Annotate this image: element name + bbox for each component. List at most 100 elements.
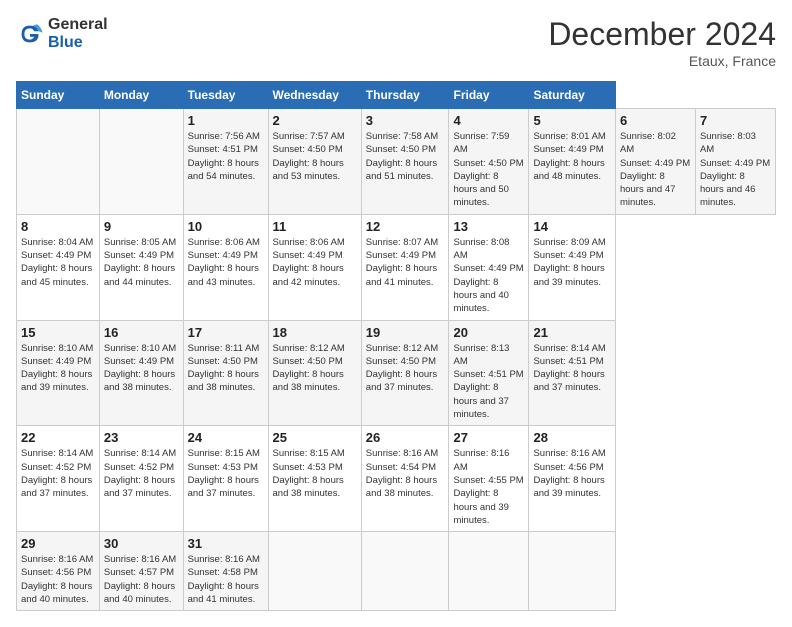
day-info: Sunrise: 8:05 AMSunset: 4:49 PMDaylight:…: [104, 236, 179, 289]
calendar-cell: [268, 532, 361, 611]
month-title: December 2024: [548, 16, 776, 53]
day-number: 12: [366, 219, 445, 234]
day-info: Sunrise: 8:16 AMSunset: 4:55 PMDaylight:…: [453, 447, 524, 527]
day-info: Sunrise: 8:14 AMSunset: 4:51 PMDaylight:…: [533, 342, 610, 395]
day-number: 31: [188, 536, 264, 551]
header-sunday: Sunday: [17, 82, 100, 109]
header-friday: Friday: [449, 82, 529, 109]
day-number: 10: [188, 219, 264, 234]
day-info: Sunrise: 8:01 AMSunset: 4:49 PMDaylight:…: [533, 130, 610, 183]
day-info: Sunrise: 8:08 AMSunset: 4:49 PMDaylight:…: [453, 236, 524, 316]
day-info: Sunrise: 8:15 AMSunset: 4:53 PMDaylight:…: [273, 447, 357, 500]
calendar-cell: [99, 109, 183, 215]
day-number: 22: [21, 430, 95, 445]
day-info: Sunrise: 8:13 AMSunset: 4:51 PMDaylight:…: [453, 342, 524, 422]
day-info: Sunrise: 7:59 AMSunset: 4:50 PMDaylight:…: [453, 130, 524, 210]
day-info: Sunrise: 8:16 AMSunset: 4:58 PMDaylight:…: [188, 553, 264, 606]
day-number: 26: [366, 430, 445, 445]
day-number: 28: [533, 430, 610, 445]
week-row-2: 8 Sunrise: 8:04 AMSunset: 4:49 PMDayligh…: [17, 214, 776, 320]
day-number: 5: [533, 113, 610, 128]
day-info: Sunrise: 7:57 AMSunset: 4:50 PMDaylight:…: [273, 130, 357, 183]
header-thursday: Thursday: [361, 82, 449, 109]
day-number: 23: [104, 430, 179, 445]
calendar-cell: 19 Sunrise: 8:12 AMSunset: 4:50 PMDaylig…: [361, 320, 449, 426]
calendar-cell: [449, 532, 529, 611]
calendar-cell: 27 Sunrise: 8:16 AMSunset: 4:55 PMDaylig…: [449, 426, 529, 532]
day-number: 18: [273, 325, 357, 340]
page-header: General Blue December 2024 Etaux, France: [16, 16, 776, 69]
day-number: 19: [366, 325, 445, 340]
logo: General Blue: [16, 16, 108, 52]
calendar-cell: 15 Sunrise: 8:10 AMSunset: 4:49 PMDaylig…: [17, 320, 100, 426]
calendar-cell: 22 Sunrise: 8:14 AMSunset: 4:52 PMDaylig…: [17, 426, 100, 532]
day-number: 2: [273, 113, 357, 128]
day-number: 6: [620, 113, 691, 128]
day-info: Sunrise: 8:09 AMSunset: 4:49 PMDaylight:…: [533, 236, 610, 289]
day-number: 21: [533, 325, 610, 340]
calendar-cell: 29 Sunrise: 8:16 AMSunset: 4:56 PMDaylig…: [17, 532, 100, 611]
title-block: December 2024 Etaux, France: [548, 16, 776, 69]
header-wednesday: Wednesday: [268, 82, 361, 109]
calendar-cell: 16 Sunrise: 8:10 AMSunset: 4:49 PMDaylig…: [99, 320, 183, 426]
day-info: Sunrise: 8:14 AMSunset: 4:52 PMDaylight:…: [21, 447, 95, 500]
day-info: Sunrise: 8:15 AMSunset: 4:53 PMDaylight:…: [188, 447, 264, 500]
day-number: 30: [104, 536, 179, 551]
calendar-cell: 10 Sunrise: 8:06 AMSunset: 4:49 PMDaylig…: [183, 214, 268, 320]
week-row-4: 22 Sunrise: 8:14 AMSunset: 4:52 PMDaylig…: [17, 426, 776, 532]
calendar-cell: [529, 532, 615, 611]
day-info: Sunrise: 8:12 AMSunset: 4:50 PMDaylight:…: [366, 342, 445, 395]
calendar-cell: 12 Sunrise: 8:07 AMSunset: 4:49 PMDaylig…: [361, 214, 449, 320]
day-number: 20: [453, 325, 524, 340]
location-subtitle: Etaux, France: [548, 53, 776, 69]
logo-icon: [16, 20, 44, 48]
week-row-5: 29 Sunrise: 8:16 AMSunset: 4:56 PMDaylig…: [17, 532, 776, 611]
day-number: 25: [273, 430, 357, 445]
calendar-cell: 17 Sunrise: 8:11 AMSunset: 4:50 PMDaylig…: [183, 320, 268, 426]
day-number: 16: [104, 325, 179, 340]
day-info: Sunrise: 8:10 AMSunset: 4:49 PMDaylight:…: [104, 342, 179, 395]
day-info: Sunrise: 8:10 AMSunset: 4:49 PMDaylight:…: [21, 342, 95, 395]
day-info: Sunrise: 8:16 AMSunset: 4:56 PMDaylight:…: [21, 553, 95, 606]
calendar-cell: 5 Sunrise: 8:01 AMSunset: 4:49 PMDayligh…: [529, 109, 615, 215]
calendar-cell: [17, 109, 100, 215]
calendar-cell: 1 Sunrise: 7:56 AMSunset: 4:51 PMDayligh…: [183, 109, 268, 215]
calendar-cell: 11 Sunrise: 8:06 AMSunset: 4:49 PMDaylig…: [268, 214, 361, 320]
header-row: SundayMondayTuesdayWednesdayThursdayFrid…: [17, 82, 776, 109]
calendar-cell: [361, 532, 449, 611]
day-number: 17: [188, 325, 264, 340]
week-row-1: 1 Sunrise: 7:56 AMSunset: 4:51 PMDayligh…: [17, 109, 776, 215]
day-info: Sunrise: 8:07 AMSunset: 4:49 PMDaylight:…: [366, 236, 445, 289]
calendar-cell: 25 Sunrise: 8:15 AMSunset: 4:53 PMDaylig…: [268, 426, 361, 532]
day-info: Sunrise: 8:03 AMSunset: 4:49 PMDaylight:…: [700, 130, 771, 210]
calendar-table: SundayMondayTuesdayWednesdayThursdayFrid…: [16, 81, 776, 611]
calendar-cell: 18 Sunrise: 8:12 AMSunset: 4:50 PMDaylig…: [268, 320, 361, 426]
logo-text: General Blue: [48, 16, 108, 52]
day-number: 7: [700, 113, 771, 128]
calendar-cell: 6 Sunrise: 8:02 AMSunset: 4:49 PMDayligh…: [615, 109, 695, 215]
day-number: 27: [453, 430, 524, 445]
calendar-cell: 2 Sunrise: 7:57 AMSunset: 4:50 PMDayligh…: [268, 109, 361, 215]
calendar-cell: 20 Sunrise: 8:13 AMSunset: 4:51 PMDaylig…: [449, 320, 529, 426]
calendar-cell: 8 Sunrise: 8:04 AMSunset: 4:49 PMDayligh…: [17, 214, 100, 320]
calendar-cell: 13 Sunrise: 8:08 AMSunset: 4:49 PMDaylig…: [449, 214, 529, 320]
day-info: Sunrise: 7:56 AMSunset: 4:51 PMDaylight:…: [188, 130, 264, 183]
day-number: 9: [104, 219, 179, 234]
day-number: 4: [453, 113, 524, 128]
calendar-cell: 26 Sunrise: 8:16 AMSunset: 4:54 PMDaylig…: [361, 426, 449, 532]
calendar-cell: 21 Sunrise: 8:14 AMSunset: 4:51 PMDaylig…: [529, 320, 615, 426]
day-info: Sunrise: 8:16 AMSunset: 4:54 PMDaylight:…: [366, 447, 445, 500]
day-number: 24: [188, 430, 264, 445]
day-number: 1: [188, 113, 264, 128]
day-info: Sunrise: 8:14 AMSunset: 4:52 PMDaylight:…: [104, 447, 179, 500]
day-info: Sunrise: 8:11 AMSunset: 4:50 PMDaylight:…: [188, 342, 264, 395]
day-number: 11: [273, 219, 357, 234]
day-info: Sunrise: 8:04 AMSunset: 4:49 PMDaylight:…: [21, 236, 95, 289]
day-info: Sunrise: 8:16 AMSunset: 4:56 PMDaylight:…: [533, 447, 610, 500]
day-number: 13: [453, 219, 524, 234]
day-number: 8: [21, 219, 95, 234]
calendar-cell: 7 Sunrise: 8:03 AMSunset: 4:49 PMDayligh…: [695, 109, 775, 215]
day-number: 29: [21, 536, 95, 551]
calendar-cell: 3 Sunrise: 7:58 AMSunset: 4:50 PMDayligh…: [361, 109, 449, 215]
day-number: 15: [21, 325, 95, 340]
